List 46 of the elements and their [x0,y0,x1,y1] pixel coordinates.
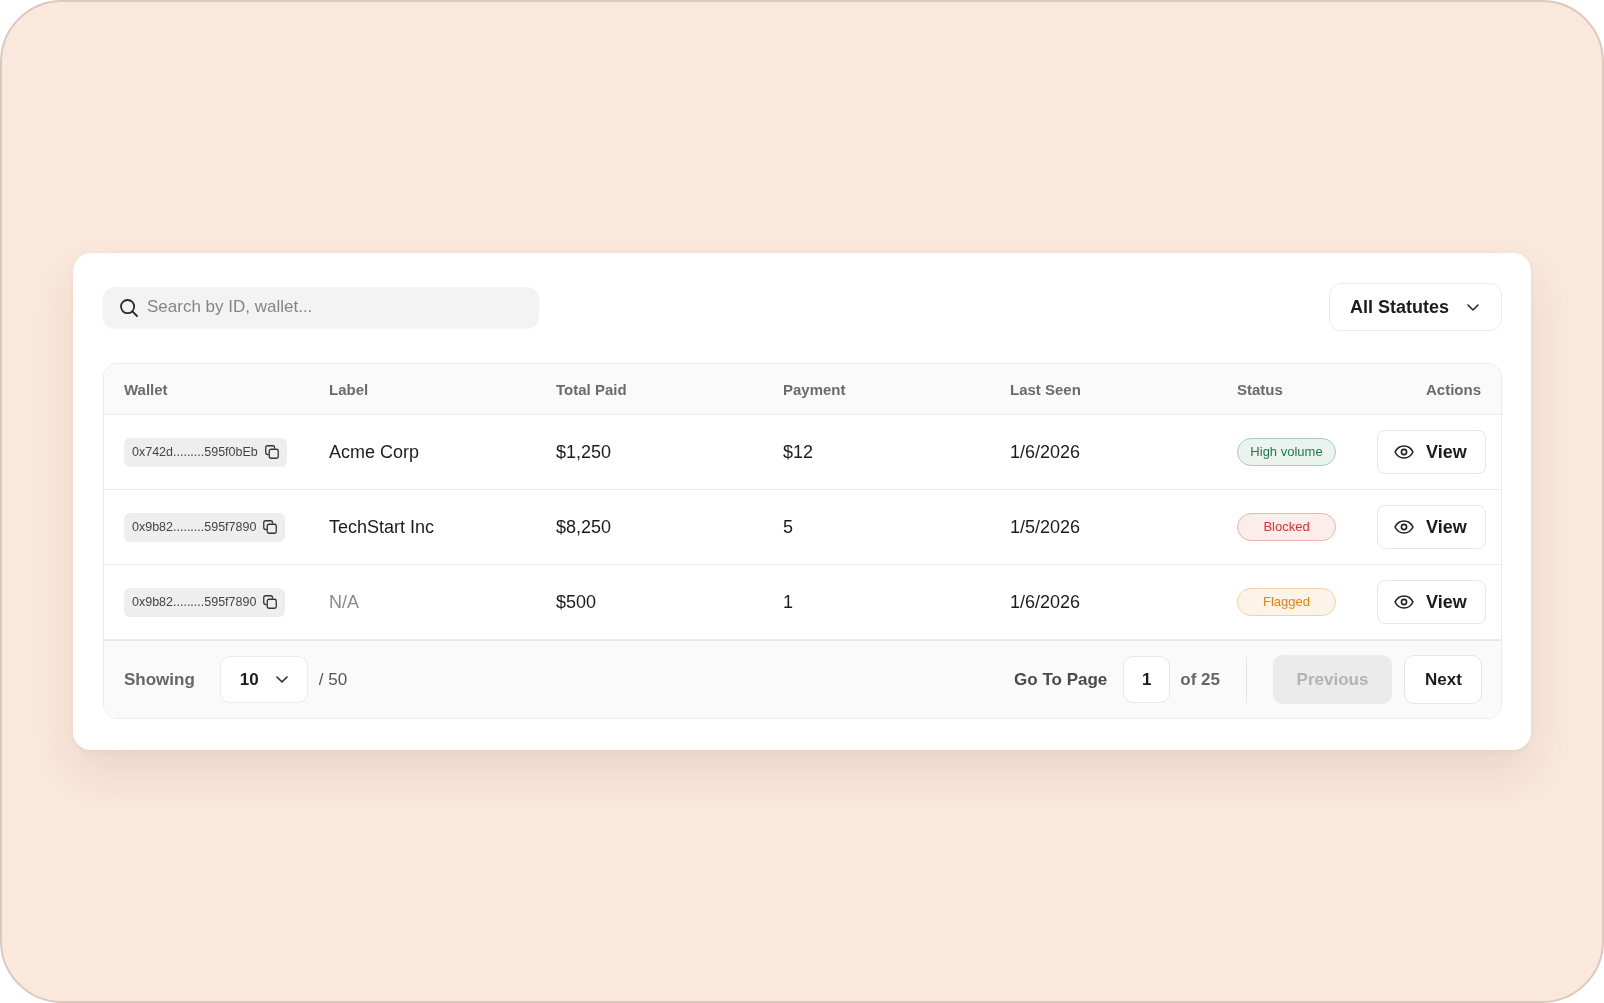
column-header: Actions [1426,380,1481,398]
copy-icon[interactable] [263,520,278,534]
column-header: Total Paid [556,380,628,398]
wallet-address: 0x742d.........595f0bEb [132,445,258,459]
wallet-address: 0x9b82.........595f7890 [132,595,257,609]
column-header: Last Seen [1010,380,1082,398]
view-button[interactable]: View [1377,580,1486,624]
total-paid-text: $8,250 [556,516,613,538]
eye-icon [1394,595,1414,609]
total-count: / 50 [318,669,348,690]
payment-text: 1 [783,591,794,613]
status-badge: High volume [1237,438,1336,466]
last-seen-date: 1/5/2026 [1010,516,1082,538]
search-icon [120,298,138,317]
wallet-address: 0x9b82.........595f7890 [132,520,257,534]
total-paid-text: $500 [556,591,598,613]
next-button[interactable]: Next [1404,655,1482,704]
search-field[interactable]: Search by ID, wallet... [103,286,539,328]
column-header: Status [1237,380,1284,398]
payment-text: 5 [783,516,794,538]
chevron-down-icon [1467,303,1479,311]
status-badge: Flagged [1237,588,1336,616]
view-button[interactable]: View [1377,505,1486,549]
column-header: Label [329,380,370,398]
label-text: TechStart Inc [329,516,436,538]
last-seen-date: 1/6/2026 [1010,441,1082,463]
label-text: N/A [329,591,360,613]
status-badge: Blocked [1237,513,1336,541]
label-text: Acme Corp [329,441,421,463]
showing-label: Showing [124,669,195,690]
column-header: Wallet [124,380,169,398]
view-button[interactable]: View [1377,430,1486,474]
copy-icon[interactable] [263,595,278,609]
page-size-select[interactable]: 10 [219,656,308,703]
column-header: Payment [783,380,847,398]
page-input[interactable]: 1 [1123,656,1171,703]
page-count: of 25 [1180,669,1220,690]
copy-icon[interactable] [264,445,279,459]
go-to-page-label: Go To Page [1014,669,1108,690]
eye-icon [1394,520,1414,534]
payment-text: $12 [783,441,815,463]
chevron-down-icon [275,676,288,683]
total-paid-text: $1,250 [556,441,613,463]
eye-icon [1394,445,1414,459]
last-seen-date: 1/6/2026 [1010,591,1082,613]
status-filter-dropdown[interactable]: All Statutes [1328,283,1502,331]
